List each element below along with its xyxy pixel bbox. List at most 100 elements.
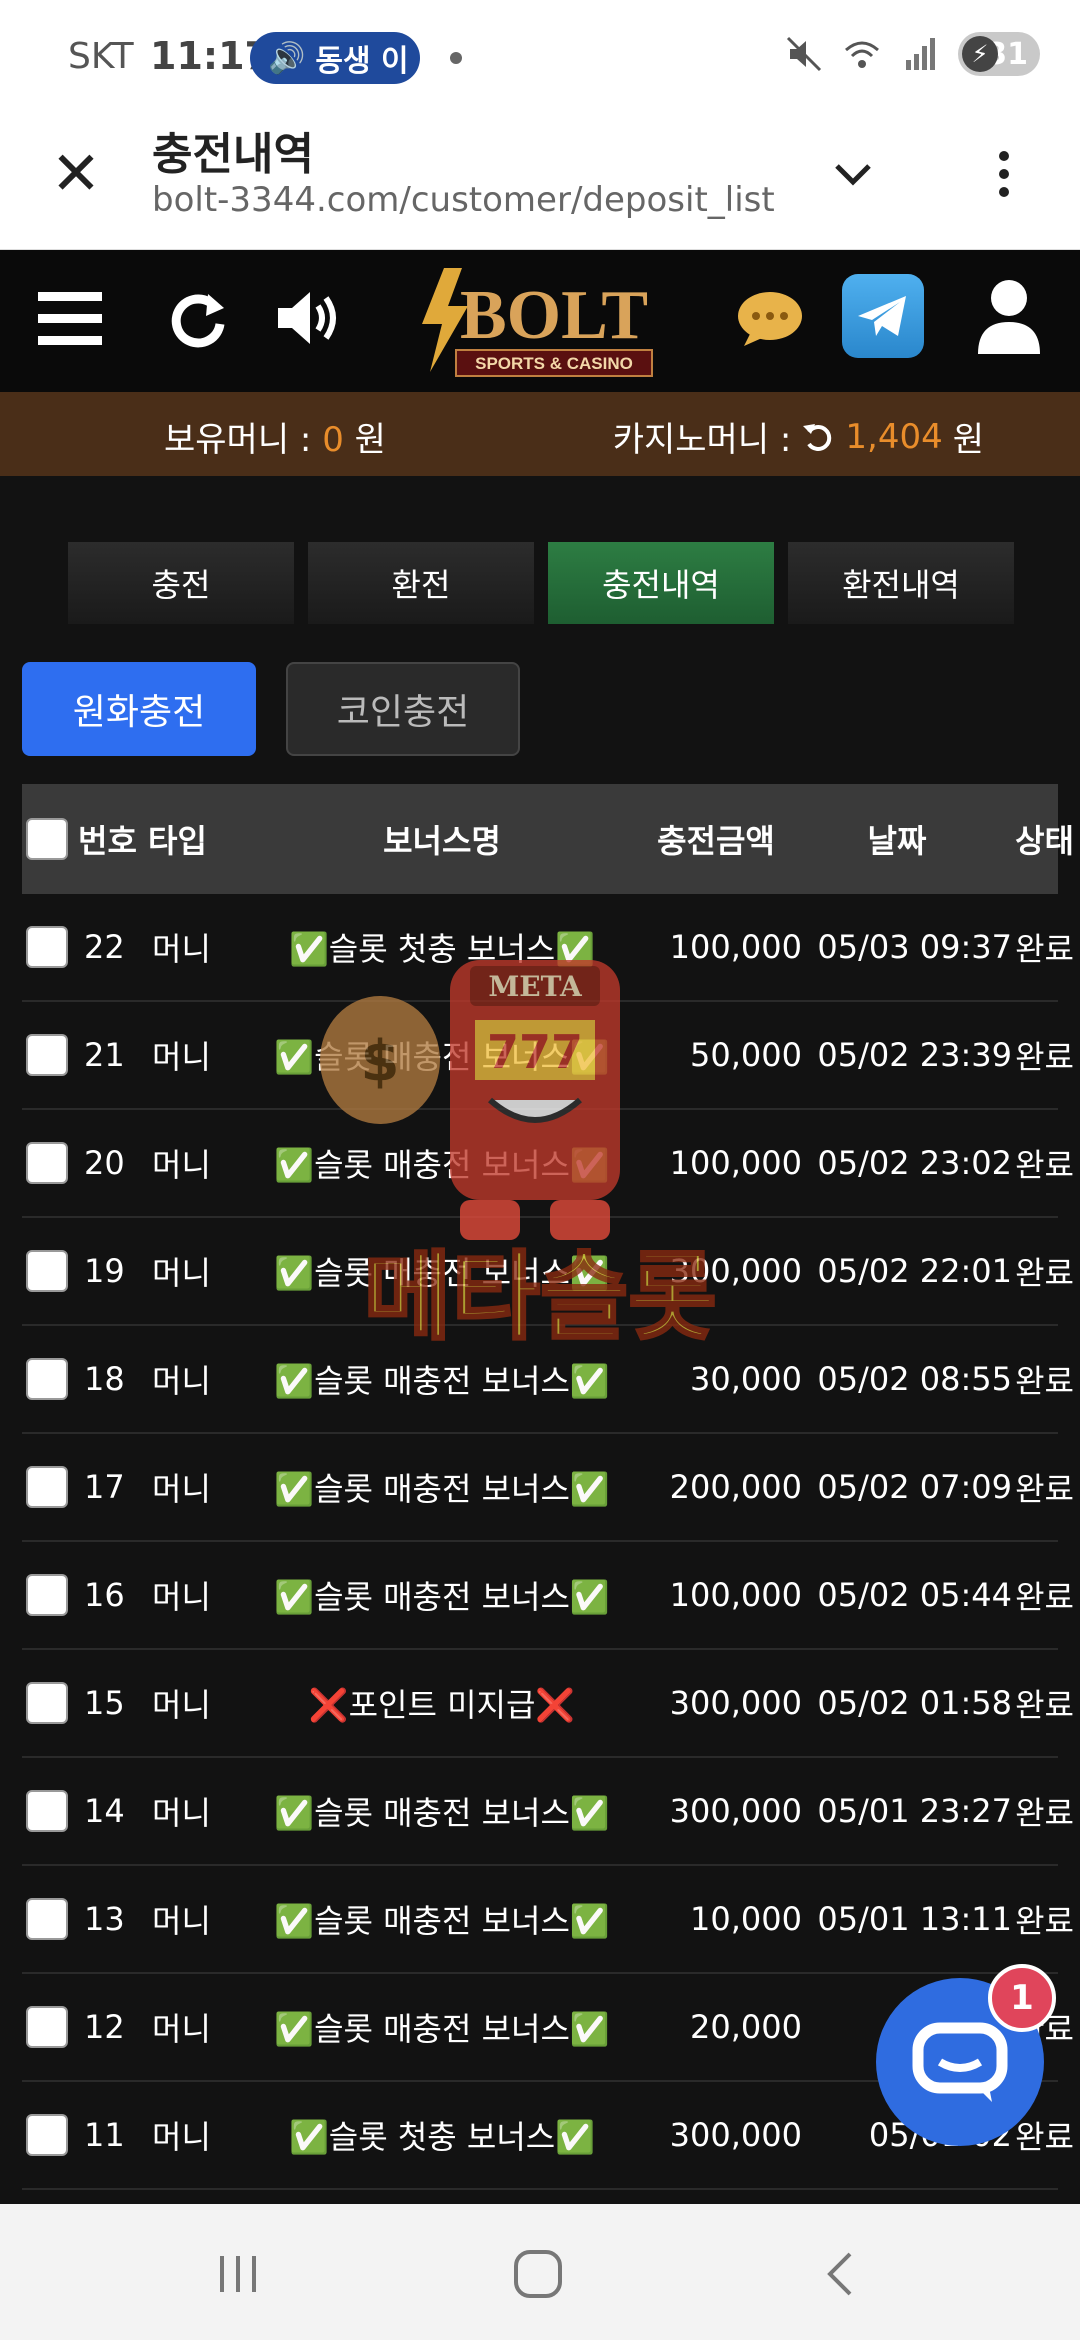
row-amount: 10,000 xyxy=(690,1900,802,1938)
speaker-icon: 🔊 xyxy=(268,40,306,76)
row-amount: 200,000 xyxy=(669,1468,802,1506)
table-row[interactable]: 15 머니 ❌포인트 미지급❌ 300,000 05/02 01:58 완료 xyxy=(22,1650,1074,1758)
status-icons: ⚡ 31 xyxy=(784,32,1040,76)
media-pill[interactable]: 🔊 동생 이 xyxy=(250,32,420,84)
table-row[interactable]: 17 머니 ✅슬롯 매충전 보너스✅ 200,000 05/02 07:09 완료 xyxy=(22,1434,1074,1542)
table-row[interactable]: 20 머니 ✅슬롯 매충전 보너스✅ 100,000 05/02 23:02 완료 xyxy=(22,1110,1074,1218)
row-date: 05/02 23:02 xyxy=(817,1144,1012,1182)
charging-icon: ⚡ xyxy=(962,36,998,72)
telegram-button[interactable] xyxy=(842,274,924,358)
casino-money: 카지노머니 : 1,404 원 xyxy=(613,412,984,461)
table-row[interactable]: 22 머니 ✅슬롯 첫충 보너스✅ 100,000 05/03 09:37 완료 xyxy=(22,894,1074,1002)
row-amount: 300,000 xyxy=(669,1792,802,1830)
select-all-checkbox[interactable] xyxy=(26,818,68,860)
row-number: 20 xyxy=(84,1144,125,1182)
row-type: 머니 xyxy=(152,930,211,968)
row-amount: 30,000 xyxy=(690,1360,802,1398)
table-row[interactable]: 21 머니 ✅슬롯 매충전 보너스✅ 50,000 05/02 23:39 완료 xyxy=(22,1002,1074,1110)
bolt-logo[interactable]: BOLT SPORTS & CASINO xyxy=(404,260,684,384)
row-type: 머니 xyxy=(152,1578,211,1616)
refresh-icon[interactable] xyxy=(158,278,238,358)
row-checkbox[interactable] xyxy=(26,926,68,968)
holding-money-unit: 원 xyxy=(354,420,386,460)
row-checkbox[interactable] xyxy=(26,1142,68,1184)
row-date: 05/02 05:44 xyxy=(817,1576,1012,1614)
row-type: 머니 xyxy=(152,1146,211,1184)
row-checkbox[interactable] xyxy=(26,1898,68,1940)
chevron-down-icon[interactable] xyxy=(825,146,881,202)
row-checkbox[interactable] xyxy=(26,1358,68,1400)
user-icon[interactable] xyxy=(974,276,1044,356)
coin-deposit-button[interactable]: 코인충전 xyxy=(286,662,520,756)
page-title: 충전내역 xyxy=(152,129,314,180)
row-date: 05/02 08:55 xyxy=(817,1360,1012,1398)
row-type: 머니 xyxy=(152,1686,211,1724)
row-status: 완료 xyxy=(1015,1794,1074,1832)
table-row[interactable]: 19 머니 ✅슬롯 매충전 보너스✅ 300,000 05/02 22:01 완료 xyxy=(22,1218,1074,1326)
row-number: 16 xyxy=(84,1576,125,1614)
row-number: 22 xyxy=(84,928,125,966)
tab-deposit-history[interactable]: 충전내역 xyxy=(548,542,774,624)
site-header: BOLT SPORTS & CASINO xyxy=(0,250,1080,392)
won-deposit-button[interactable]: 원화충전 xyxy=(22,662,256,756)
row-bonus: ✅슬롯 매충전 보너스✅ xyxy=(274,1470,610,1508)
row-number: 15 xyxy=(84,1684,125,1722)
row-bonus: ✅슬롯 매충전 보너스✅ xyxy=(274,2010,610,2048)
table-row[interactable]: 18 머니 ✅슬롯 매충전 보너스✅ 30,000 05/02 08:55 완료 xyxy=(22,1326,1074,1434)
hamburger-menu-icon[interactable] xyxy=(30,278,110,358)
close-icon[interactable]: ✕ xyxy=(48,144,104,204)
row-type: 머니 xyxy=(152,2010,211,2048)
row-number: 13 xyxy=(84,1900,125,1938)
row-status: 완료 xyxy=(1015,1362,1074,1400)
refresh-money-icon[interactable] xyxy=(801,420,835,454)
row-number: 17 xyxy=(84,1468,125,1506)
table-row[interactable]: 13 머니 ✅슬롯 매충전 보너스✅ 10,000 05/01 13:11 완료 xyxy=(22,1866,1074,1974)
row-checkbox[interactable] xyxy=(26,2006,68,2048)
row-number: 14 xyxy=(84,1792,125,1830)
row-bonus: ✅슬롯 매충전 보너스✅ xyxy=(274,1362,610,1400)
row-checkbox[interactable] xyxy=(26,1790,68,1832)
row-checkbox[interactable] xyxy=(26,1034,68,1076)
row-bonus: ✅슬롯 매충전 보너스✅ xyxy=(274,1578,610,1616)
tab-deposit[interactable]: 충전 xyxy=(68,542,294,624)
notification-dot-icon xyxy=(450,52,462,64)
more-options-icon[interactable] xyxy=(980,146,1028,202)
row-status: 완료 xyxy=(1015,1038,1074,1076)
back-icon[interactable] xyxy=(812,2244,872,2304)
row-checkbox[interactable] xyxy=(26,2114,68,2156)
row-amount: 100,000 xyxy=(669,1144,802,1182)
telegram-icon xyxy=(858,296,906,336)
row-amount: 300,000 xyxy=(669,1252,802,1290)
status-bar: SKT 11:17 🔊 동생 이 ⚡ 31 xyxy=(0,0,1080,116)
chat-icon[interactable] xyxy=(736,290,804,348)
holding-money: 보유머니 : 0 원 xyxy=(164,412,386,461)
row-amount: 50,000 xyxy=(690,1036,802,1074)
row-bonus: ✅슬롯 매충전 보너스✅ xyxy=(274,1794,610,1832)
page-url[interactable]: bolt-3344.com/customer/deposit_list xyxy=(152,180,775,220)
holding-money-value: 0 xyxy=(322,420,344,460)
row-date: 05/02 23:39 xyxy=(817,1036,1012,1074)
table-row[interactable]: 14 머니 ✅슬롯 매충전 보너스✅ 300,000 05/01 23:27 완료 xyxy=(22,1758,1074,1866)
holding-money-label: 보유머니 : xyxy=(164,420,312,460)
system-nav-bar xyxy=(0,2204,1080,2340)
chat-notification-badge: 1 xyxy=(988,1964,1056,2032)
row-checkbox[interactable] xyxy=(26,1466,68,1508)
header-status: 상태 xyxy=(1015,822,1074,860)
tab-withdraw-history[interactable]: 환전내역 xyxy=(788,542,1014,624)
row-checkbox[interactable] xyxy=(26,1250,68,1292)
recent-apps-icon[interactable] xyxy=(208,2244,268,2304)
row-status: 완료 xyxy=(1015,1146,1074,1184)
row-number: 12 xyxy=(84,2008,125,2046)
row-checkbox[interactable] xyxy=(26,1574,68,1616)
row-type: 머니 xyxy=(152,1038,211,1076)
table-row[interactable]: 16 머니 ✅슬롯 매충전 보너스✅ 100,000 05/02 05:44 완료 xyxy=(22,1542,1074,1650)
row-checkbox[interactable] xyxy=(26,1682,68,1724)
battery-indicator: ⚡ 31 xyxy=(958,32,1040,76)
row-amount: 20,000 xyxy=(690,2008,802,2046)
logo-subtext: SPORTS & CASINO xyxy=(475,354,633,373)
home-icon[interactable] xyxy=(508,2244,568,2304)
mute-icon xyxy=(786,36,822,72)
row-amount: 300,000 xyxy=(669,1684,802,1722)
tab-withdraw[interactable]: 환전 xyxy=(308,542,534,624)
sound-icon[interactable] xyxy=(270,278,350,358)
